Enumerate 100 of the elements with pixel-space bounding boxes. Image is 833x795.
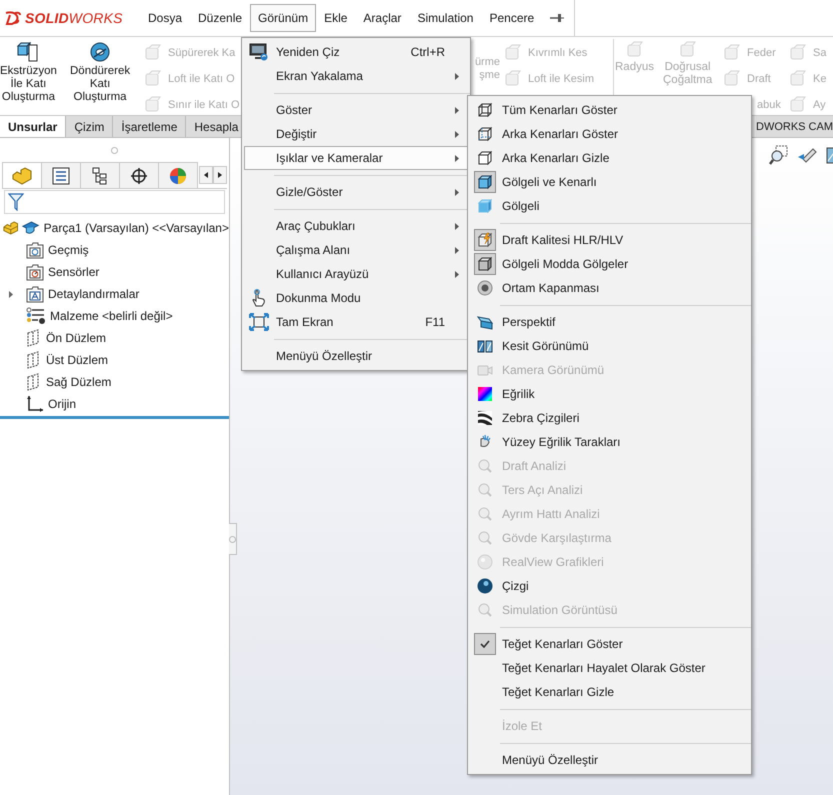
hand-pointer-icon — [250, 289, 268, 307]
menu-item[interactable]: Dokunma Modu — [244, 286, 468, 310]
greyed-tool-icon — [144, 44, 162, 62]
menu-bar-item[interactable]: Simulation — [409, 4, 482, 32]
tool-button[interactable]: Ekstrüzyon İle Katı Oluşturma — [0, 65, 57, 104]
scroll-right-button[interactable] — [213, 166, 227, 184]
origin-axes-icon — [26, 395, 44, 413]
menu-item[interactable]: Perspektif — [470, 310, 749, 334]
greyed-tool-icon — [626, 41, 644, 59]
list-gear-icon — [26, 307, 46, 325]
menu-bar-item[interactable]: Düzenle — [190, 4, 250, 32]
menu-item[interactable]: Yeniden Çiz Ctrl+R — [244, 40, 468, 64]
menu-bar-item[interactable]: Araçlar — [355, 4, 410, 32]
prism-icon — [477, 314, 493, 330]
ribbon-tab[interactable]: DWORKS CAM — [756, 116, 833, 137]
menu-bar-item[interactable]: Ekle — [316, 4, 356, 32]
tree-item[interactable]: Sensörler — [48, 265, 100, 279]
greyed-tool-icon — [789, 70, 807, 88]
greyed-tool-icon — [723, 44, 741, 62]
submenu-arrow-icon — [455, 270, 459, 278]
property-list-icon — [52, 166, 70, 184]
menu-bar-item[interactable]: Dosya — [140, 4, 190, 32]
fullscreen-arrows-icon — [249, 313, 269, 331]
color-wheel-icon — [169, 166, 187, 184]
submenu-arrow-icon — [455, 154, 459, 162]
tool-button[interactable]: Döndürerek Katı Oluşturma — [70, 65, 130, 104]
menu-item[interactable]: Gölgeli ve Kenarlı — [470, 170, 749, 194]
left-triangle-icon — [204, 172, 208, 178]
faded-analysis-icon — [477, 482, 493, 498]
menu-item[interactable]: Teğet Kenarları Hayalet Olarak Göster — [470, 656, 749, 680]
menu-item[interactable]: Tüm Kenarları Göster — [470, 98, 749, 122]
graduation-cap-icon — [22, 220, 40, 236]
menu-item[interactable]: Arka Kenarları Gizle — [470, 146, 749, 170]
tree-item[interactable]: Sağ Düzlem — [46, 375, 112, 389]
menu-item[interactable]: Çalışma Alanı — [244, 238, 468, 262]
menu-item[interactable]: Ekran Yakalama — [244, 64, 468, 88]
menu-item[interactable]: Kesit Görünümü — [470, 334, 749, 358]
menu-item[interactable]: Tam Ekran F11 — [244, 310, 468, 334]
submenu-arrow-icon — [455, 106, 459, 114]
panel-collapse-handle[interactable] — [229, 523, 237, 555]
config-tree-icon — [91, 166, 109, 184]
ribbon-tab[interactable]: Çizim — [66, 116, 114, 137]
clock-folder-icon — [26, 241, 44, 259]
menu-item[interactable]: Menüyü Özelleştir — [244, 344, 468, 368]
filter-field[interactable] — [4, 190, 225, 214]
submenu-arrow-icon — [455, 246, 459, 254]
ribbon-tab[interactable]: Unsurlar — [0, 116, 66, 137]
menu-item[interactable]: Menüyü Özelleştir — [470, 748, 749, 772]
panel-tab[interactable] — [119, 162, 159, 188]
tree-item[interactable]: Orijin — [48, 397, 76, 411]
panel-tab[interactable] — [41, 162, 81, 188]
tree-item[interactable]: Detaylandırmalar — [48, 287, 140, 301]
menu-item[interactable]: Çizgi — [470, 574, 749, 598]
panel-grip-icon[interactable] — [111, 146, 118, 154]
pin-icon — [550, 13, 564, 23]
tree-item[interactable]: Malzeme <belirli değil> — [50, 309, 173, 323]
menu-item[interactable]: Teğet Kenarları Göster — [470, 632, 749, 656]
menu-item[interactable]: Zebra Çizgileri — [470, 406, 749, 430]
lightning-cube-icon — [477, 232, 493, 248]
greyed-tool-icon — [789, 44, 807, 62]
crosshair-icon — [130, 166, 148, 184]
panel-tab[interactable] — [80, 162, 120, 188]
checkmark-icon — [480, 640, 490, 648]
menu-item[interactable]: Teğet Kenarları Gizle — [470, 680, 749, 704]
submenu-arrow-icon — [455, 188, 459, 196]
menu-item[interactable]: Gizle/Göster — [244, 180, 468, 204]
part-icon — [3, 220, 18, 236]
logo-wordmark: SOLIDWORKS — [25, 10, 123, 26]
letter-folder-icon — [26, 285, 44, 303]
tree-item[interactable]: Parça1 (Varsayılan) <<Varsayılan> — [44, 221, 229, 235]
menu-item[interactable]: Kullanıcı Arayüzü — [244, 262, 468, 286]
sphere-icon — [477, 578, 493, 594]
menu-item[interactable]: Gölgeli Modda Gölgeler — [470, 252, 749, 276]
tree-item[interactable]: Ön Düzlem — [46, 331, 106, 345]
menu-bar-item[interactable]: Görünüm — [250, 4, 316, 32]
menu-item[interactable]: Işıklar ve Kameralar — [244, 146, 468, 170]
rainbow-square-icon — [477, 386, 493, 402]
menu-item[interactable]: Eğrilik — [470, 382, 749, 406]
menu-bar-item[interactable]: Pencere — [481, 4, 542, 32]
ribbon-tab[interactable]: İşaretleme — [113, 116, 186, 137]
faded-analysis-icon — [477, 458, 493, 474]
menu-item[interactable]: Draft Kalitesi HLR/HLV — [470, 228, 749, 252]
menu-item[interactable]: Araç Çubukları — [244, 214, 468, 238]
right-triangle-icon — [218, 172, 222, 178]
outline-cube-icon — [477, 150, 493, 166]
filter-icon — [8, 193, 24, 211]
ball-icon — [477, 280, 493, 296]
faded-analysis-icon — [477, 506, 493, 522]
greyed-tool-icon — [504, 70, 522, 88]
greyed-tool-icon — [723, 70, 741, 88]
menu-item[interactable]: Yüzey Eğrilik Tarakları — [470, 430, 749, 454]
menu-item[interactable]: Gölgeli — [470, 194, 749, 218]
tree-item[interactable]: Üst Düzlem — [46, 353, 108, 367]
section-view-icon — [477, 338, 493, 354]
tree-item[interactable]: Geçmiş — [48, 243, 89, 257]
scroll-left-button[interactable] — [199, 166, 213, 184]
menu-item[interactable]: Ortam Kapanması — [470, 276, 749, 300]
faded-analysis-icon — [477, 602, 493, 618]
menu-item[interactable]: Arka Kenarları Göster — [470, 122, 749, 146]
submenu-arrow-icon — [455, 72, 459, 80]
